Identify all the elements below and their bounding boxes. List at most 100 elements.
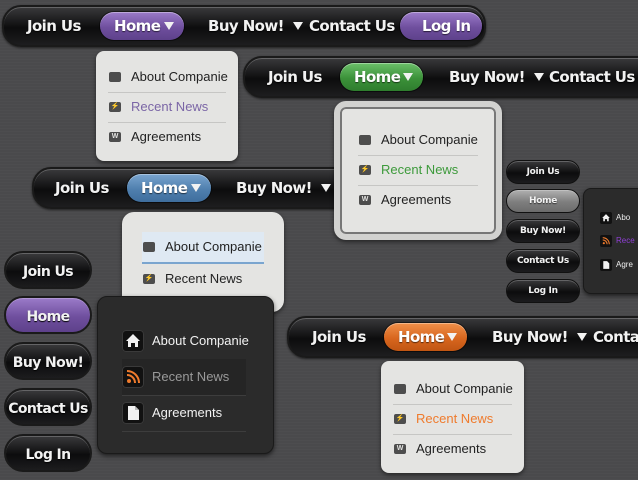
dropdown-item-about[interactable]: About Companie: [393, 374, 513, 405]
nav-bar-purple: Join Us Home Buy Now! Contact Us Log In: [2, 5, 486, 47]
lightning-icon: ⚡: [359, 164, 371, 175]
dropdown-item-label: Agreements: [381, 192, 452, 207]
nav-bar-blue: Join Us Home Buy Now!: [32, 167, 356, 209]
nav-home-selected[interactable]: Home: [384, 323, 467, 351]
chevron-down-icon: [403, 73, 413, 81]
chevron-down-icon: [533, 72, 544, 81]
nav-join-us[interactable]: Join Us: [268, 58, 322, 96]
nav-contact-us-label: Contact Us: [549, 68, 635, 86]
dropdown-item-agreements[interactable]: W Agreements: [358, 185, 478, 215]
dropdown-item-label: Recent News: [381, 162, 459, 177]
vnav-log-in[interactable]: Log In: [4, 434, 92, 472]
dropdown-item-label: Agreements: [152, 405, 223, 420]
chevron-down-icon: [164, 22, 174, 30]
nav-buy-now-label: Buy Now!: [449, 68, 525, 86]
nav-home-label: Home: [398, 328, 445, 346]
nav-join-us[interactable]: Join Us: [312, 318, 366, 356]
vnav-small-contact-us[interactable]: Contact Us: [506, 249, 580, 273]
nav-home-label: Home: [114, 17, 161, 35]
nav-buy-now-label: Buy Now!: [492, 328, 568, 346]
vnav-contact-us[interactable]: Contact Us: [4, 388, 92, 426]
nav-bar-orange: Join Us Home Buy Now! Contact: [287, 316, 638, 358]
rss-icon: [122, 365, 144, 388]
dropdown-item-agreements[interactable]: Agre: [600, 256, 633, 274]
page-icon: [600, 258, 612, 271]
vnav-small-log-in[interactable]: Log In: [506, 279, 580, 303]
nav-home-selected[interactable]: Home: [340, 63, 423, 91]
dropdown-item-agreements[interactable]: Agreements: [122, 395, 246, 432]
rss-icon: [600, 234, 612, 247]
chevron-down-icon: [292, 21, 303, 30]
dropdown-item-label: Recent News: [152, 369, 230, 384]
nav-home-selected[interactable]: Home: [127, 174, 211, 202]
dropdown-item-about[interactable]: About Companie: [108, 62, 228, 93]
vnav-join-us[interactable]: Join Us: [4, 251, 92, 289]
dropdown-item-news[interactable]: ⚡ Recent News: [142, 264, 264, 294]
chevron-down-icon: [320, 183, 331, 192]
dropdown-item-agreements[interactable]: W Agreements: [108, 122, 226, 152]
nav-contact-us[interactable]: Contact Us: [309, 7, 414, 45]
dropdown-item-news[interactable]: ⚡ Recent News: [393, 404, 512, 435]
dropdown-purple: About Companie ⚡ Recent News W Agreements: [96, 51, 238, 161]
nav-buy-now[interactable]: Buy Now!: [492, 318, 587, 356]
nav-contact-us-label: Contact Us: [309, 17, 395, 35]
dropdown-item-about[interactable]: About Companie: [358, 125, 478, 156]
document-icon: W: [394, 443, 406, 454]
nav-join-us[interactable]: Join Us: [55, 169, 109, 207]
folder-icon: [394, 383, 406, 394]
nav-buy-now[interactable]: Buy Now!: [449, 58, 544, 96]
dropdown-item-label: Abo: [616, 213, 631, 222]
dropdown-item-about[interactable]: About Companie: [142, 232, 264, 264]
nav-contact[interactable]: Contact: [593, 318, 638, 356]
dropdown-item-label: About Companie: [416, 381, 513, 396]
nav-buy-now-label: Buy Now!: [236, 179, 312, 197]
nav-contact-us[interactable]: Contact Us: [549, 58, 638, 96]
dropdown-green: About Companie ⚡ Recent News W Agreements: [334, 101, 502, 240]
vnav-home-selected[interactable]: Home: [4, 296, 92, 334]
dropdown-orange: About Companie ⚡ Recent News W Agreements: [381, 361, 524, 473]
folder-icon: [109, 71, 121, 82]
lightning-icon: ⚡: [394, 413, 406, 424]
dropdown-item-label: About Companie: [381, 132, 478, 147]
dropdown-item-label: Rece: [616, 236, 635, 245]
vnav-small-join-us[interactable]: Join Us: [506, 160, 580, 184]
nav-home-selected[interactable]: Home: [100, 12, 184, 40]
vnav-small-buy-now[interactable]: Buy Now!: [506, 219, 580, 243]
home-icon: [600, 211, 612, 224]
document-icon: W: [109, 131, 121, 142]
vnav-small-home-selected[interactable]: Home: [506, 189, 580, 213]
dropdown-item-label: Recent News: [165, 271, 243, 286]
dropdown-mini-dark: Abo Rece Agre: [583, 188, 638, 294]
nav-bar-green: Join Us Home Buy Now! Contact Us: [243, 56, 638, 98]
dropdown-dark: About Companie Recent News Agreements: [97, 296, 274, 454]
folder-icon: [359, 134, 371, 145]
nav-buy-now[interactable]: Buy Now!: [236, 169, 331, 207]
dropdown-item-news[interactable]: ⚡ Recent News: [108, 92, 226, 123]
nav-log-in[interactable]: Log In: [400, 12, 482, 40]
nav-join-us[interactable]: Join Us: [27, 7, 81, 45]
dropdown-item-about[interactable]: Abo: [600, 209, 630, 227]
dropdown-item-label: Agreements: [416, 441, 487, 456]
dropdown-item-label: Recent News: [131, 99, 209, 114]
chevron-down-icon: [447, 333, 457, 341]
dropdown-item-about[interactable]: About Companie: [122, 323, 249, 360]
page-icon: [122, 401, 144, 424]
nav-home-label: Home: [141, 179, 188, 197]
nav-home-label: Home: [354, 68, 401, 86]
dropdown-item-label: About Companie: [165, 239, 262, 254]
home-icon: [122, 329, 144, 352]
chevron-down-icon: [576, 332, 587, 341]
dropdown-item-news[interactable]: ⚡ Recent News: [358, 155, 478, 186]
vnav-buy-now[interactable]: Buy Now!: [4, 342, 92, 380]
dropdown-item-agreements[interactable]: W Agreements: [393, 434, 512, 464]
dropdown-item-label: Agre: [616, 260, 633, 269]
nav-buy-now[interactable]: Buy Now!: [208, 7, 303, 45]
dropdown-item-news[interactable]: Recent News: [122, 359, 246, 396]
nav-buy-now-label: Buy Now!: [208, 17, 284, 35]
dropdown-item-news[interactable]: Rece: [600, 232, 635, 250]
dropdown-item-label: About Companie: [131, 69, 228, 84]
lightning-icon: ⚡: [143, 273, 155, 284]
dropdown-item-label: About Companie: [152, 333, 249, 348]
dropdown-item-label: Agreements: [131, 129, 202, 144]
dropdown-item-label: Recent News: [416, 411, 494, 426]
